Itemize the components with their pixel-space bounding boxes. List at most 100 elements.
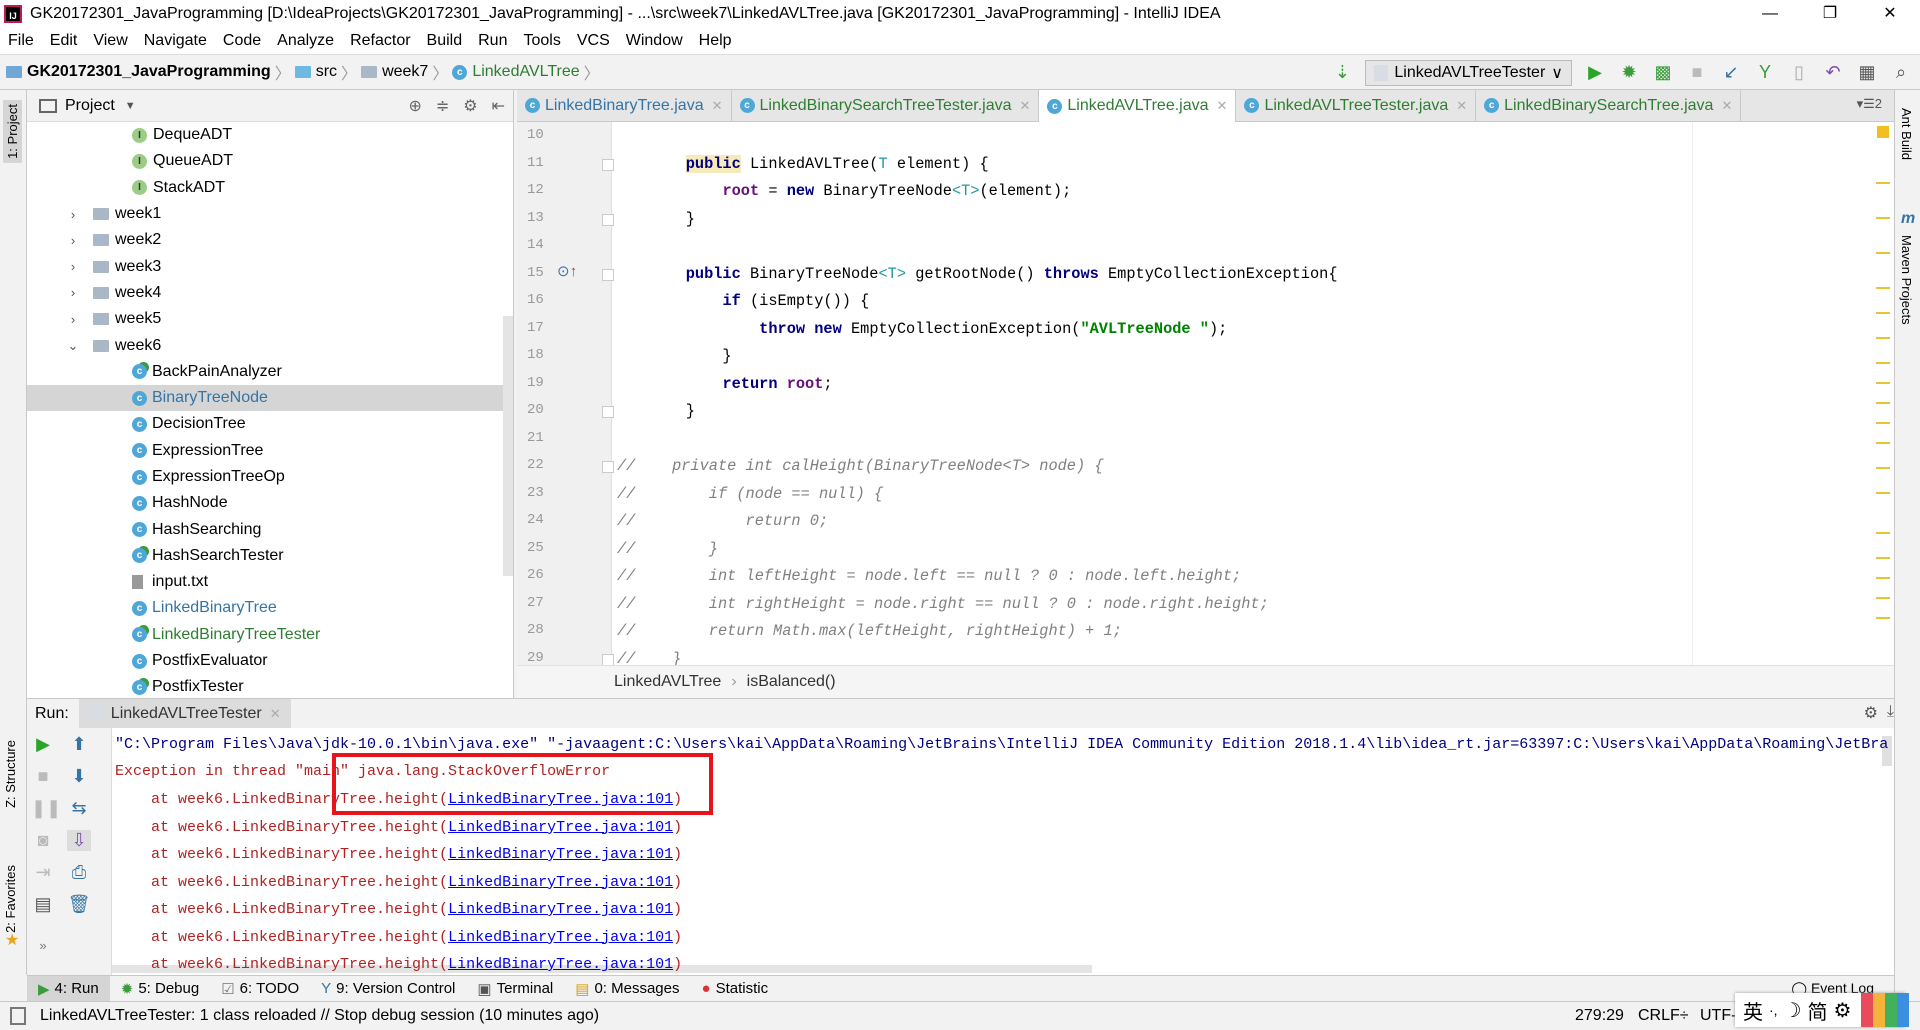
coverage-icon[interactable]: ▩ xyxy=(1652,62,1674,83)
chevron-right-icon[interactable]: › xyxy=(65,285,81,300)
caret-position[interactable]: 279:29 xyxy=(1575,1007,1624,1025)
locate-icon[interactable]: ⊕ xyxy=(408,96,421,116)
tabs-overflow-button[interactable]: ▾☰2 xyxy=(1857,96,1882,112)
error-stripe-mark[interactable] xyxy=(1876,312,1890,314)
tree-item[interactable]: ⌄ week6 xyxy=(27,332,513,358)
editor-tab[interactable]: c LinkedBinarySearchTree.java ✕ xyxy=(1476,90,1742,121)
run-configuration-dropdown[interactable]: LinkedAVLTreeTester ∨ xyxy=(1365,59,1572,86)
error-stripe-mark[interactable] xyxy=(1876,597,1890,599)
breadcrumb-project[interactable]: GK20172301_JavaProgramming xyxy=(27,63,271,81)
gear-icon[interactable]: ⚙ xyxy=(1864,703,1878,723)
menu-edit[interactable]: Edit xyxy=(42,32,86,50)
error-stripe-mark[interactable] xyxy=(1876,252,1890,254)
print-icon[interactable]: ⎙ xyxy=(67,862,91,883)
line-separator[interactable]: CRLF÷ xyxy=(1638,1007,1689,1025)
restore-layout-icon[interactable]: ▤ xyxy=(31,894,55,915)
vcs-compare-icon[interactable]: ▯ xyxy=(1788,62,1810,83)
error-stripe-mark[interactable] xyxy=(1876,492,1890,494)
fold-marker-icon[interactable] xyxy=(602,406,614,418)
breadcrumb-class[interactable]: LinkedAVLTree xyxy=(614,673,721,691)
breadcrumb-week7[interactable]: week7 xyxy=(382,63,428,81)
tool-tab-statistic[interactable]: ● Statistic xyxy=(691,976,780,1002)
chevron-down-icon[interactable]: ▼ xyxy=(125,100,136,112)
menu-navigate[interactable]: Navigate xyxy=(136,32,215,50)
close-tab-icon[interactable]: ✕ xyxy=(1721,98,1732,114)
ime-simplified[interactable]: 简 xyxy=(1808,996,1828,1025)
tree-item[interactable]: › week1 xyxy=(27,201,513,227)
error-stripe-mark[interactable] xyxy=(1876,182,1890,184)
minimize-button[interactable]: — xyxy=(1740,0,1800,27)
tree-scrollbar[interactable] xyxy=(503,316,513,576)
ime-punctuation[interactable]: ·, xyxy=(1769,1002,1778,1018)
tree-item[interactable]: c HashNode xyxy=(27,490,513,516)
status-toggle-icon[interactable] xyxy=(10,1007,26,1025)
scroll-up-icon[interactable]: ⬆ xyxy=(67,734,91,755)
menu-build[interactable]: Build xyxy=(419,32,471,50)
restore-button[interactable]: ❐ xyxy=(1800,0,1860,27)
error-stripe-mark[interactable] xyxy=(1876,402,1890,404)
close-tab-icon[interactable]: ✕ xyxy=(1456,98,1467,114)
stack-frame-link[interactable]: LinkedBinaryTree.java:101 xyxy=(448,874,673,891)
stop-icon[interactable]: ■ xyxy=(1686,62,1708,83)
tool-tab-versioncontrol[interactable]: Y 9: Version Control xyxy=(310,976,466,1002)
error-stripe-mark[interactable] xyxy=(1876,557,1890,559)
ant-build-tool-tab[interactable]: Ant Build xyxy=(1899,108,1914,160)
tree-item[interactable]: I DequeADT xyxy=(27,122,513,148)
menu-code[interactable]: Code xyxy=(215,32,269,50)
stack-frame-link[interactable]: LinkedBinaryTree.java:101 xyxy=(448,956,673,973)
clear-all-icon[interactable]: 🗑 xyxy=(67,894,91,915)
error-stripe-mark[interactable] xyxy=(1876,422,1890,424)
fold-marker-icon[interactable] xyxy=(602,268,614,281)
tree-item[interactable]: c BackPainAnalyzer xyxy=(27,359,513,385)
debug-icon[interactable]: ✹ xyxy=(1618,62,1640,83)
error-stripe-mark[interactable] xyxy=(1876,577,1890,579)
rerun-icon[interactable]: ▶ xyxy=(31,734,55,755)
maven-projects-tool-tab[interactable]: Maven Projects xyxy=(1899,235,1914,325)
error-stripe-mark[interactable] xyxy=(1876,287,1890,289)
error-stripe-mark[interactable] xyxy=(1876,467,1890,469)
error-stripe-mark[interactable] xyxy=(1876,362,1890,364)
tool-tab-todo[interactable]: ☑ 6: TODO xyxy=(210,976,310,1002)
tool-tab-terminal[interactable]: ▣ Terminal xyxy=(466,976,564,1002)
editor-tab[interactable]: c LinkedAVLTree.java ✕ xyxy=(1039,90,1237,122)
tree-item[interactable]: › week4 xyxy=(27,280,513,306)
more-icon[interactable]: » xyxy=(31,938,55,953)
breadcrumb-method[interactable]: isBalanced() xyxy=(747,673,836,691)
stop-icon[interactable]: ■ xyxy=(31,766,55,787)
override-marker-icon[interactable]: ⊙↑ xyxy=(557,262,577,280)
tree-item[interactable]: c ExpressionTree xyxy=(27,438,513,464)
chevron-down-icon[interactable]: ⌄ xyxy=(65,338,81,354)
fold-marker-icon[interactable] xyxy=(602,461,614,473)
scroll-to-end-icon[interactable]: ⇩ xyxy=(67,830,91,851)
project-panel-title[interactable]: Project xyxy=(65,97,115,115)
tool-tab-messages[interactable]: ▤ 0: Messages xyxy=(564,976,690,1002)
pause-icon[interactable]: ❚❚ xyxy=(31,798,61,819)
ime-language[interactable]: 英 xyxy=(1743,996,1763,1025)
chevron-right-icon[interactable]: › xyxy=(65,312,81,327)
run-icon[interactable]: ▶ xyxy=(1584,62,1606,83)
tree-item[interactable]: I QueueADT xyxy=(27,148,513,174)
vcs-revert-icon[interactable]: ↶ xyxy=(1822,62,1844,83)
close-tab-icon[interactable]: ✕ xyxy=(1217,98,1228,114)
gear-icon[interactable]: ⚙ xyxy=(1834,998,1852,1023)
stack-frame-link[interactable]: LinkedBinaryTree.java:101 xyxy=(448,929,673,946)
fold-marker-icon[interactable] xyxy=(602,158,614,171)
exit-icon[interactable]: ⇥ xyxy=(31,862,55,883)
close-tab-icon[interactable]: ✕ xyxy=(712,98,723,114)
editor-tab[interactable]: c LinkedAVLTreeTester.java ✕ xyxy=(1236,90,1477,121)
error-stripe-mark[interactable] xyxy=(1876,532,1890,534)
tree-item[interactable]: c PostfixTester xyxy=(27,674,513,700)
chevron-right-icon[interactable]: › xyxy=(65,233,81,248)
collapse-all-icon[interactable]: ≑ xyxy=(436,96,449,116)
tree-item[interactable]: c HashSearching xyxy=(27,516,513,542)
chevron-right-icon[interactable]: › xyxy=(65,207,81,222)
project-tool-tab[interactable]: 1: Project xyxy=(3,100,22,163)
chevron-right-icon[interactable]: › xyxy=(65,259,81,274)
error-stripe-mark[interactable] xyxy=(1876,337,1890,339)
menu-window[interactable]: Window xyxy=(618,32,691,50)
tree-item[interactable]: › week3 xyxy=(27,253,513,279)
sort-icon[interactable]: ⇣ xyxy=(1331,62,1353,83)
tree-item[interactable]: › week5 xyxy=(27,306,513,332)
tree-item[interactable]: › week2 xyxy=(27,227,513,253)
tool-tab-debug[interactable]: ✹ 5: Debug xyxy=(110,976,210,1002)
